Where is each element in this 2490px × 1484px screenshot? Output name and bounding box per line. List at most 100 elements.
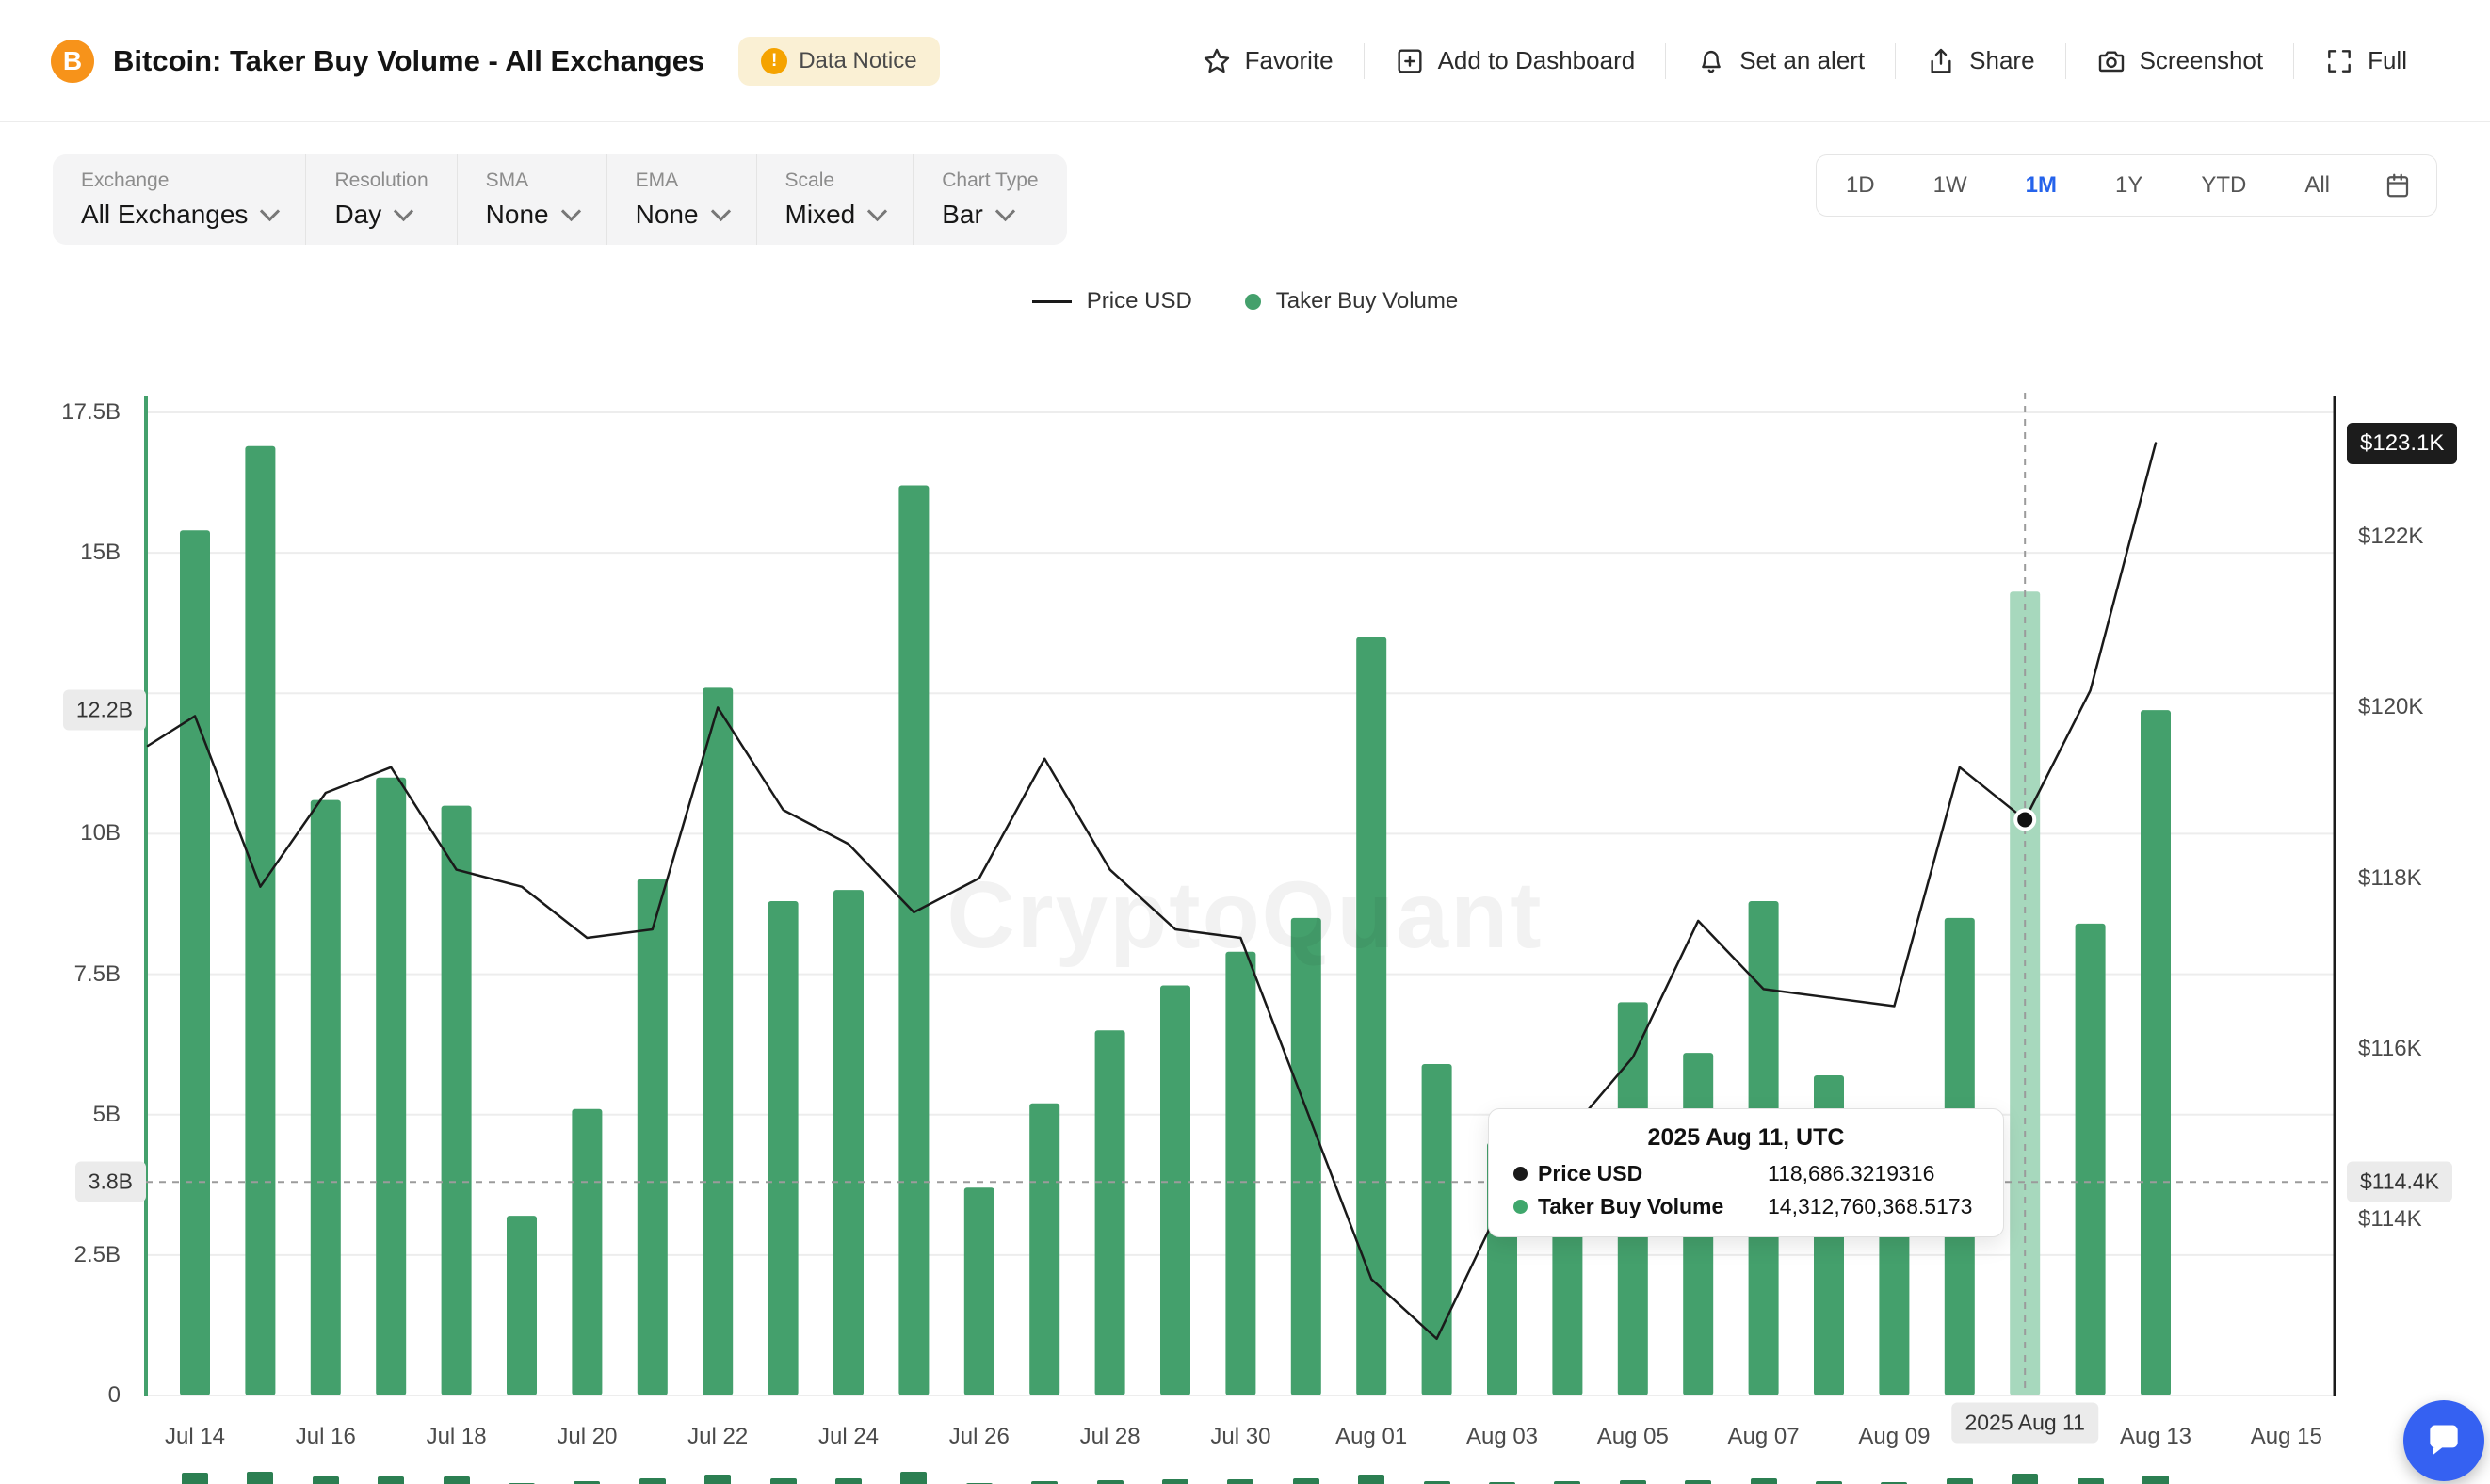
navigator-bar bbox=[835, 1478, 862, 1484]
axis-tick-label: 15B bbox=[80, 540, 121, 566]
volume-bar[interactable] bbox=[1618, 1002, 1648, 1395]
axis-tick-label: Aug 09 bbox=[1858, 1424, 1930, 1450]
calendar-button[interactable] bbox=[2359, 171, 2436, 200]
add-to-dashboard-button[interactable]: Add to Dashboard bbox=[1365, 46, 1666, 76]
navigator-bar bbox=[1751, 1478, 1777, 1484]
axis-tick-label: Jul 24 bbox=[818, 1424, 879, 1450]
price-line-sample-icon bbox=[1032, 300, 1072, 303]
volume-bar[interactable] bbox=[703, 687, 733, 1395]
volume-bar[interactable] bbox=[1879, 1170, 1909, 1395]
axis-tick-label: 2.5B bbox=[74, 1242, 121, 1268]
range-1w[interactable]: 1W bbox=[1904, 155, 1997, 216]
volume-bar[interactable] bbox=[1814, 1075, 1844, 1395]
volume-bar[interactable] bbox=[964, 1187, 994, 1395]
navigator-bar bbox=[770, 1478, 797, 1484]
screenshot-label: Screenshot bbox=[2140, 46, 2264, 75]
chart-navigator[interactable] bbox=[146, 1471, 2335, 1484]
set-alert-button[interactable]: Set an alert bbox=[1666, 46, 1895, 76]
volume-dot-sample-icon bbox=[1245, 294, 1261, 310]
exchange-dropdown[interactable]: Exchange All Exchanges bbox=[53, 154, 305, 245]
range-1d[interactable]: 1D bbox=[1817, 155, 1904, 216]
navigator-bar bbox=[1947, 1478, 1973, 1484]
volume-bar[interactable] bbox=[507, 1216, 537, 1395]
axis-tick-label: Jul 28 bbox=[1080, 1424, 1140, 1450]
favorite-label: Favorite bbox=[1245, 46, 1334, 75]
volume-bar[interactable] bbox=[1291, 918, 1321, 1395]
navigator-bar bbox=[2012, 1474, 2038, 1484]
axis-tick-label: Jul 18 bbox=[427, 1424, 487, 1450]
dashboard-add-icon bbox=[1395, 46, 1425, 76]
volume-bar[interactable] bbox=[311, 800, 341, 1395]
chevron-down-icon bbox=[260, 202, 280, 221]
data-notice-badge[interactable]: ! Data Notice bbox=[738, 37, 939, 86]
axis-tick-label: 5B bbox=[93, 1102, 121, 1128]
navigator-bar bbox=[378, 1476, 404, 1484]
price-axis-current-badge: $123.1K bbox=[2347, 423, 2457, 464]
axis-tick-label: Jul 20 bbox=[557, 1424, 617, 1450]
volume-bar[interactable] bbox=[898, 486, 929, 1395]
ema-dropdown[interactable]: EMA None bbox=[606, 154, 756, 245]
chat-launcher-button[interactable] bbox=[2403, 1400, 2484, 1481]
sma-dropdown[interactable]: SMA None bbox=[457, 154, 606, 245]
crosshair-date-badge: 2025 Aug 11 bbox=[1951, 1403, 2097, 1444]
volume-bar[interactable] bbox=[1160, 986, 1190, 1395]
navigator-bar bbox=[1620, 1480, 1646, 1484]
navigator-bar bbox=[900, 1472, 927, 1484]
volume-bar[interactable] bbox=[245, 446, 275, 1395]
tooltip-volume-value: 14,312,760,368.5173 bbox=[1768, 1194, 1979, 1219]
range-all[interactable]: All bbox=[2275, 155, 2359, 216]
bitcoin-icon: B bbox=[51, 40, 94, 83]
fullscreen-button[interactable]: Full bbox=[2294, 46, 2437, 76]
cryptoquant-chart-page: B Bitcoin: Taker Buy Volume - All Exchan… bbox=[0, 0, 2490, 1484]
navigator-bar bbox=[2078, 1478, 2104, 1484]
volume-bar[interactable] bbox=[180, 530, 210, 1395]
volume-bar[interactable] bbox=[442, 806, 472, 1395]
axis-tick-label: Aug 03 bbox=[1466, 1424, 1538, 1450]
tooltip-price-value: 118,686.3219316 bbox=[1768, 1161, 1979, 1186]
chart-tooltip: 2025 Aug 11, UTC Price USD 118,686.32193… bbox=[1488, 1108, 2004, 1237]
range-selector: 1D 1W 1M 1Y YTD All bbox=[1816, 154, 2437, 217]
share-button[interactable]: Share bbox=[1896, 46, 2064, 76]
chart-controls: Exchange All Exchanges Resolution Day SM… bbox=[53, 154, 1067, 245]
navigator-bar bbox=[1227, 1479, 1253, 1484]
volume-bar[interactable] bbox=[1029, 1104, 1059, 1395]
volume-bar[interactable] bbox=[572, 1109, 602, 1395]
volume-bar[interactable] bbox=[1422, 1064, 1452, 1395]
set-alert-label: Set an alert bbox=[1739, 46, 1865, 75]
chevron-down-icon bbox=[995, 202, 1015, 221]
screenshot-button[interactable]: Screenshot bbox=[2066, 46, 2294, 76]
volume-bar[interactable] bbox=[1945, 918, 1975, 1395]
axis-tick-label: Aug 01 bbox=[1335, 1424, 1407, 1450]
volume-bar[interactable] bbox=[2141, 710, 2171, 1395]
volume-bar[interactable] bbox=[2076, 924, 2106, 1395]
volume-bar[interactable] bbox=[1487, 1143, 1517, 1395]
scale-dropdown[interactable]: Scale Mixed bbox=[756, 154, 914, 245]
volume-bar[interactable] bbox=[1552, 1109, 1582, 1395]
range-1m[interactable]: 1M bbox=[1997, 155, 2086, 216]
bell-icon bbox=[1696, 46, 1726, 76]
range-ytd[interactable]: YTD bbox=[2172, 155, 2275, 216]
volume-bar[interactable] bbox=[1683, 1053, 1713, 1395]
volume-bar[interactable] bbox=[1356, 637, 1386, 1395]
volume-bar[interactable] bbox=[1749, 901, 1779, 1395]
favorite-button[interactable]: Favorite bbox=[1172, 46, 1364, 76]
volume-bar[interactable] bbox=[1225, 952, 1255, 1395]
resolution-dropdown[interactable]: Resolution Day bbox=[305, 154, 456, 245]
volume-bar[interactable] bbox=[833, 890, 864, 1395]
axis-tick-label: Aug 05 bbox=[1597, 1424, 1669, 1450]
scale-label: Scale bbox=[785, 169, 885, 192]
volume-bar[interactable] bbox=[2010, 591, 2040, 1395]
volume-axis-crosshair-badge: 3.8B bbox=[75, 1162, 146, 1202]
volume-bar[interactable] bbox=[376, 778, 406, 1395]
watermark: CryptoQuant bbox=[946, 862, 1543, 970]
scale-value: Mixed bbox=[785, 200, 856, 230]
camera-icon bbox=[2096, 46, 2126, 76]
volume-bar[interactable] bbox=[638, 879, 668, 1395]
legend-volume: Taker Buy Volume bbox=[1245, 288, 1458, 315]
volume-bar[interactable] bbox=[768, 901, 799, 1395]
sma-value: None bbox=[486, 200, 549, 230]
range-1y[interactable]: 1Y bbox=[2086, 155, 2172, 216]
chart-type-dropdown[interactable]: Chart Type Bar bbox=[913, 154, 1066, 245]
header-actions: Favorite Add to Dashboard Set an alert S… bbox=[1172, 43, 2437, 79]
volume-bar[interactable] bbox=[1095, 1030, 1125, 1395]
